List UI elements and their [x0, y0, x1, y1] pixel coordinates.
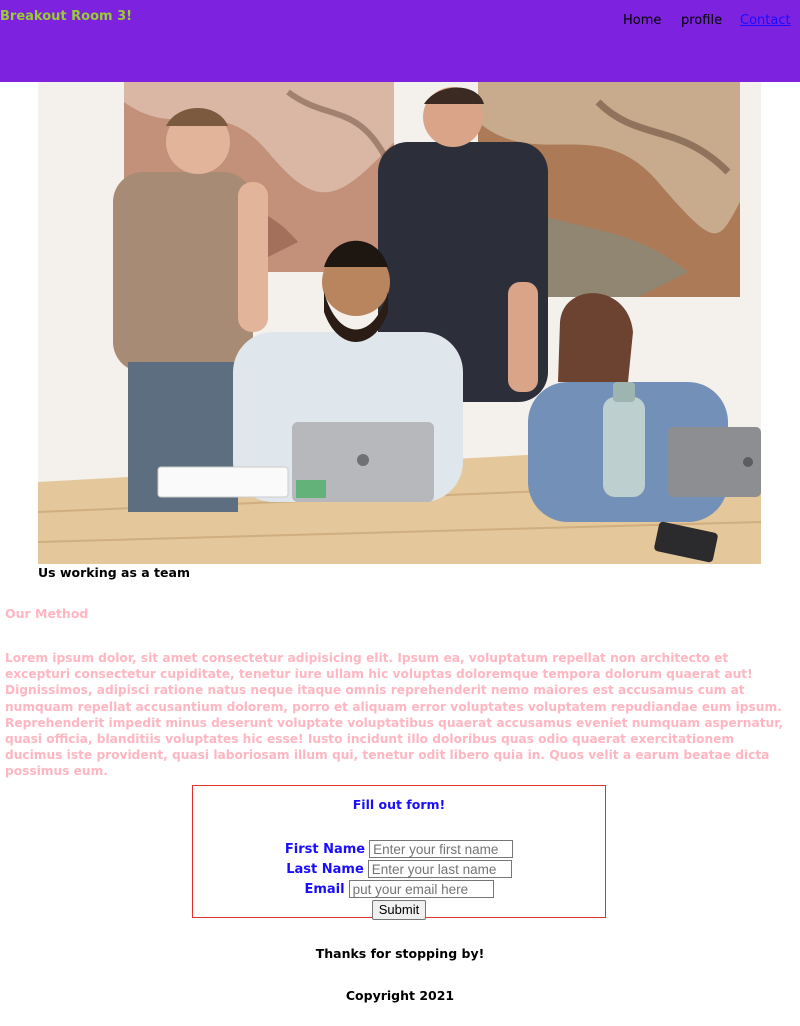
email-input[interactable]	[348, 880, 494, 898]
signup-form: Fill out form! First Name Last Name Emai…	[192, 785, 606, 920]
team-photo-illustration	[38, 82, 761, 564]
submit-button[interactable]: Submit	[371, 899, 427, 920]
section-title-our-method: Our Method	[5, 606, 89, 621]
nav-link-home[interactable]: Home	[623, 13, 661, 28]
navbar: Breakout Room 3! Home profile Contact	[0, 0, 800, 82]
form-title: Fill out form!	[352, 797, 446, 812]
nav-link-profile[interactable]: profile	[681, 13, 722, 28]
first-name-label: First Name	[284, 841, 366, 857]
last-name-label: Last Name	[286, 861, 364, 877]
last-name-input[interactable]	[367, 860, 512, 878]
last-name-row: Last Name	[193, 859, 605, 879]
first-name-row: First Name	[193, 839, 605, 859]
first-name-input[interactable]	[369, 840, 514, 858]
photo-caption: Us working as a team	[38, 565, 190, 580]
email-row: Email	[193, 879, 605, 899]
submit-row: Submit	[193, 899, 605, 920]
method-paragraph: Lorem ipsum dolor, sit amet consectetur …	[5, 651, 784, 779]
email-label: Email	[304, 881, 345, 897]
brand-title: Breakout Room 3!	[0, 9, 133, 24]
team-photo	[38, 82, 761, 564]
copyright-text: Copyright 2021	[345, 988, 455, 1003]
nav-link-contact[interactable]: Contact	[740, 13, 791, 28]
thanks-message: Thanks for stopping by!	[315, 946, 485, 961]
